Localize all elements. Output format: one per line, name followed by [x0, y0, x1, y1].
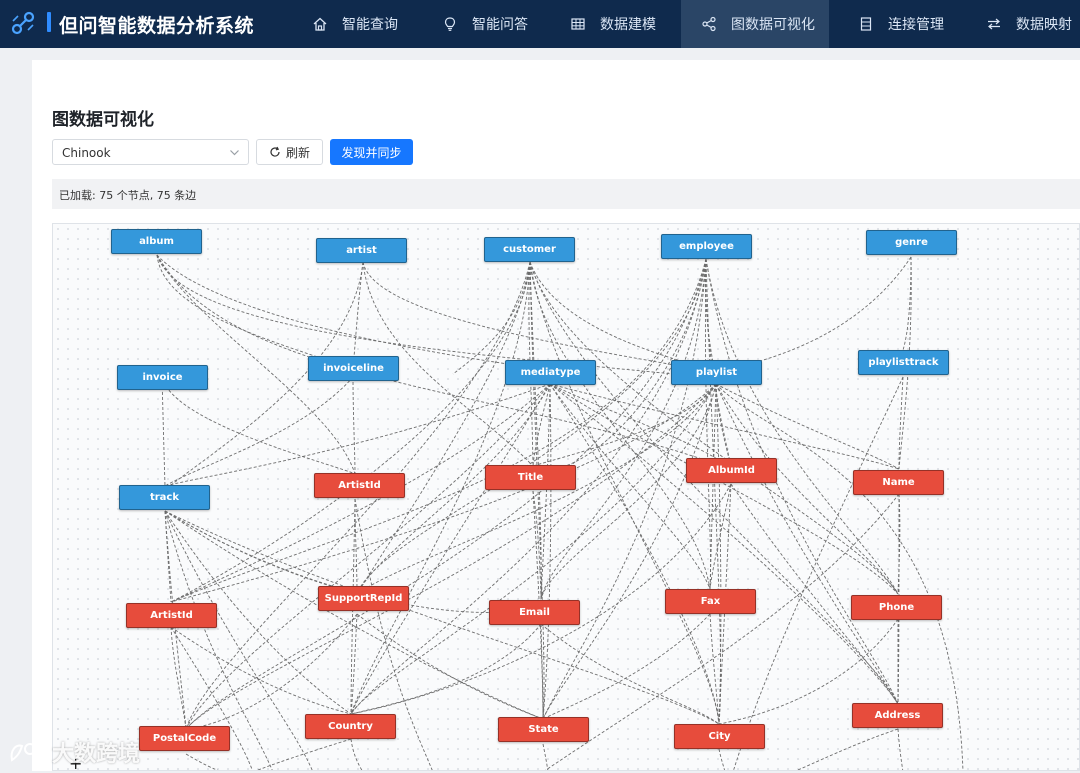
graph-node-customer[interactable]: customer [484, 237, 575, 262]
share-icon [702, 16, 716, 32]
node-label: SupportRepId [324, 593, 403, 604]
graph-node-address[interactable]: Address [852, 703, 943, 728]
graph-node-state[interactable]: State [498, 717, 589, 742]
nav-item-label: 数据映射 [1016, 17, 1072, 33]
nav-item-label: 智能查询 [342, 17, 398, 33]
nav-item-label: 数据建模 [600, 17, 656, 33]
node-label: track [149, 492, 180, 503]
graph-node-genre[interactable]: genre [866, 230, 957, 255]
graph-canvas[interactable]: album artist customer employee genre inv… [52, 223, 1080, 771]
discover-sync-button-label: 发现并同步 [341, 145, 402, 160]
node-label: invoice [142, 372, 183, 383]
node-label: Fax [700, 596, 721, 607]
node-label: Phone [878, 602, 915, 613]
nav-item-label: 智能问答 [472, 17, 528, 33]
graph-node-playlist[interactable]: playlist [671, 360, 762, 385]
refresh-button[interactable]: 刷新 [256, 139, 323, 165]
graph-node-city[interactable]: City [674, 724, 765, 749]
node-label: invoiceline [323, 363, 384, 374]
swap-icon [988, 18, 1000, 30]
watermark: 大数跨境 [8, 736, 140, 768]
node-label: Email [519, 607, 550, 618]
graph-node-track[interactable]: track [119, 485, 210, 510]
server-icon [860, 17, 872, 31]
load-status-bar: 已加载: 75 个节点, 75 条边 [52, 179, 1080, 209]
node-label: ArtistId [338, 480, 381, 491]
node-label: Title [517, 472, 544, 483]
graph-node-title[interactable]: Title [485, 465, 576, 490]
graph-node-artist[interactable]: artist [316, 238, 407, 263]
node-label: State [528, 724, 559, 735]
node-label: album [139, 236, 174, 247]
nav-item-label: 连接管理 [888, 17, 944, 33]
link-logo-icon [11, 11, 35, 35]
node-label: AlbumId [708, 465, 755, 476]
node-label: City [708, 731, 731, 742]
graph-node-invoice[interactable]: invoice [117, 365, 208, 390]
graph-node-phone[interactable]: Phone [851, 595, 942, 620]
database-select-value: Chinook [62, 146, 111, 160]
graph-node-fax[interactable]: Fax [665, 589, 756, 614]
app-title: 但问智能数据分析系统 [59, 15, 255, 37]
graph-node-supportrepid[interactable]: SupportRepId [318, 586, 409, 611]
node-label: genre [895, 237, 928, 248]
graph-node-playlisttrack[interactable]: playlisttrack [858, 350, 949, 375]
graph-node-employee[interactable]: employee [661, 234, 752, 259]
nav-item-smart-query[interactable]: 智能查询 [303, 0, 425, 48]
home-icon [313, 17, 327, 31]
node-label: customer [503, 244, 556, 255]
graph-node-name[interactable]: Name [853, 470, 944, 495]
discover-sync-button[interactable]: 发现并同步 [330, 139, 413, 165]
nav-item-connection-management[interactable]: 连接管理 [848, 0, 970, 48]
node-label: PostalCode [152, 733, 217, 744]
top-navigation-bar: 但问智能数据分析系统 智能查询 智能问答 数据建模 图数据可视化 连接管理 数据… [0, 0, 1080, 48]
node-label: ArtistId [150, 610, 193, 621]
node-label: Country [328, 721, 373, 732]
node-label: Name [882, 477, 915, 488]
graph-node-artistid[interactable]: ArtistId [314, 473, 405, 498]
graph-node-mediatype[interactable]: mediatype [505, 360, 596, 385]
nav-item-smart-qa[interactable]: 智能问答 [433, 0, 555, 48]
node-label: playlist [695, 367, 738, 378]
nav-item-graph-visualization[interactable]: 图数据可视化 [681, 0, 829, 48]
refresh-icon [270, 146, 280, 157]
nav-item-data-mapping[interactable]: 数据映射 [978, 0, 1080, 48]
chevron-down-icon [230, 150, 239, 156]
node-label: artist [346, 245, 377, 256]
load-status-text: 已加载: 75 个节点, 75 条边 [59, 189, 197, 202]
graph-node-album[interactable]: album [111, 229, 202, 254]
watermark-text: 大数跨境 [52, 742, 141, 767]
node-label: Address [874, 710, 921, 721]
graph-node-albumid[interactable]: AlbumId [686, 458, 777, 483]
page-title: 图数据可视化 [52, 110, 154, 130]
database-select[interactable]: Chinook [52, 139, 249, 165]
brand-accent-bar [47, 12, 51, 32]
refresh-button-label: 刷新 [285, 145, 310, 160]
graph-node-email[interactable]: Email [489, 600, 580, 625]
bulb-icon [444, 17, 456, 31]
nav-item-data-modeling[interactable]: 数据建模 [562, 0, 682, 48]
watermark-logo-icon [10, 743, 47, 762]
graph-node-invoiceline[interactable]: invoiceline [308, 356, 399, 381]
nav-item-label: 图数据可视化 [731, 17, 815, 33]
graph-node-country[interactable]: Country [305, 714, 396, 739]
graph-node-postalcode[interactable]: PostalCode [139, 726, 230, 751]
table-icon [571, 18, 585, 30]
node-label: playlisttrack [868, 357, 939, 368]
node-label: mediatype [520, 367, 581, 378]
node-label: employee [679, 241, 734, 252]
graph-node-artistid-2[interactable]: ArtistId [126, 603, 217, 628]
